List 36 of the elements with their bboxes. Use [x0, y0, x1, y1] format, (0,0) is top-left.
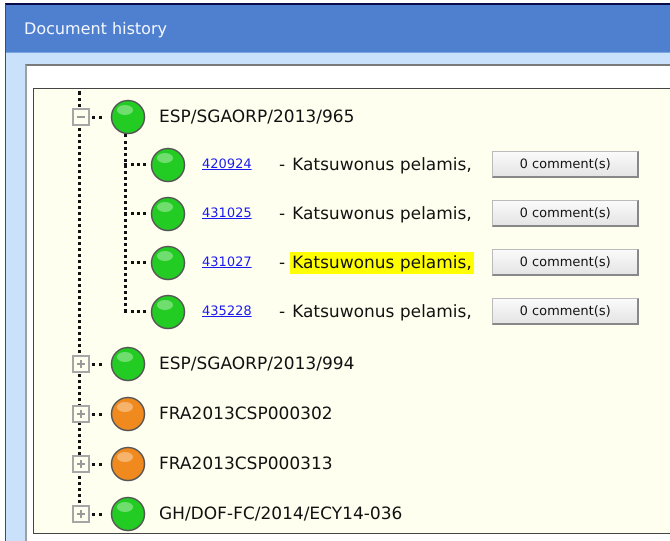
tree-item[interactable]: FRA2013CSP000302: [159, 404, 333, 424]
separator-text: -: [279, 204, 286, 224]
species-name: Katsuwonus pelamis,: [290, 252, 474, 274]
status-icon: [150, 196, 186, 232]
comments-button[interactable]: 0 comment(s): [492, 200, 640, 227]
status-icon: [110, 396, 146, 432]
species-name: Katsuwonus pelamis,: [291, 202, 473, 224]
species-name: Katsuwonus pelamis,: [291, 154, 473, 176]
separator-text: -: [279, 302, 286, 322]
separator-text: -: [279, 252, 286, 272]
document-link[interactable]: 431025: [202, 206, 272, 221]
species-name: Katsuwonus pelamis,: [291, 300, 473, 322]
separator-text: -: [279, 154, 286, 174]
tree-item[interactable]: ESP/SGAORP/2013/994: [159, 354, 354, 374]
comments-button[interactable]: 0 comment(s): [492, 298, 640, 325]
expand-icon[interactable]: [72, 405, 90, 423]
document-link[interactable]: 431027: [202, 255, 272, 270]
document-link[interactable]: 435228: [202, 304, 272, 319]
tree-item[interactable]: ESP/SGAORP/2013/965: [159, 107, 354, 127]
comments-button[interactable]: 0 comment(s): [492, 151, 640, 178]
status-icon: [110, 346, 146, 382]
status-icon: [150, 244, 186, 280]
tree-item[interactable]: FRA2013CSP000313: [159, 454, 333, 474]
status-icon: [150, 146, 186, 182]
tree-item[interactable]: GH/DOF-FC/2014/ECY14-036: [159, 504, 402, 524]
collapse-icon[interactable]: [72, 108, 90, 126]
expand-icon[interactable]: [72, 355, 90, 373]
status-icon: [150, 294, 186, 330]
window-title: Document history: [24, 19, 168, 38]
expand-icon[interactable]: [72, 505, 90, 523]
comments-button[interactable]: 0 comment(s): [492, 249, 640, 276]
document-link[interactable]: 420924: [202, 157, 272, 172]
status-icon: [110, 446, 146, 482]
status-icon: [110, 99, 146, 135]
expand-icon[interactable]: [72, 455, 90, 473]
status-icon: [110, 496, 146, 532]
